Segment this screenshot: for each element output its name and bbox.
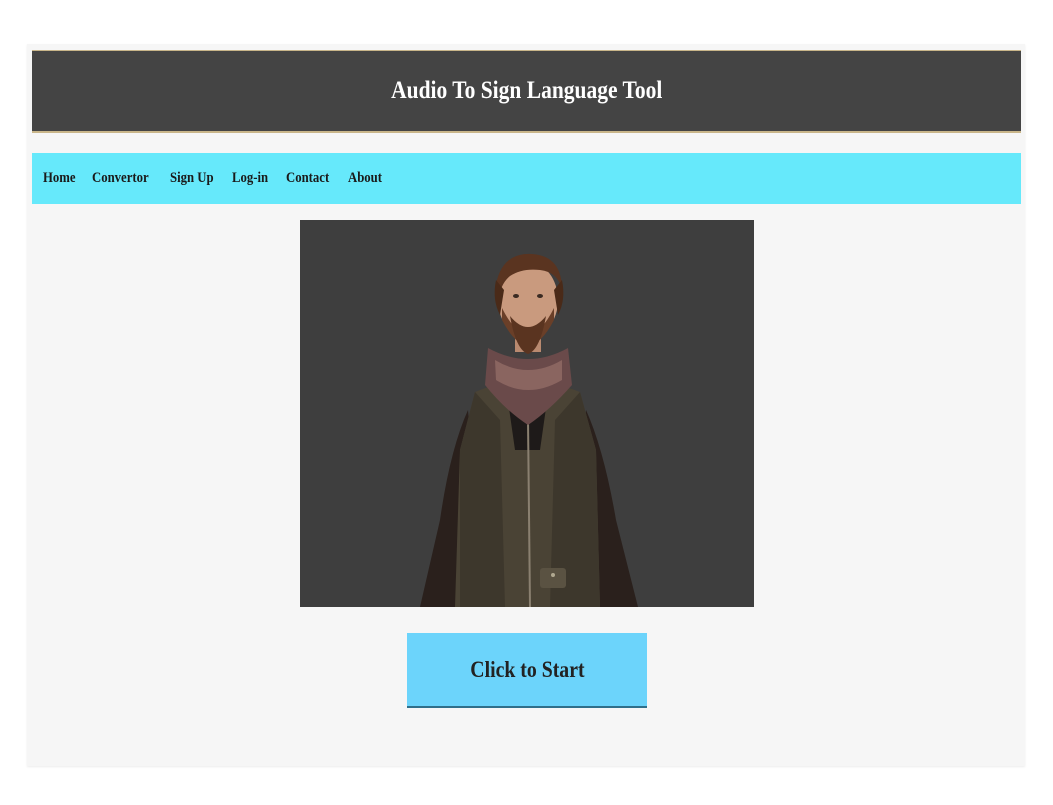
start-button-label: Click to Start	[469, 656, 585, 682]
nav-item-sign-up[interactable]: Sign Up	[170, 170, 214, 187]
nav-item-convertor[interactable]: Convertor	[92, 170, 149, 187]
page-container: Audio To Sign Language Tool Home Convert…	[27, 44, 1025, 766]
nav-bar: Home Convertor Sign Up Log-in Contact Ab…	[32, 153, 1021, 204]
nav-item-about[interactable]: About	[348, 170, 382, 187]
site-header: Audio To Sign Language Tool	[32, 50, 1021, 133]
nav-item-contact[interactable]: Contact	[286, 170, 329, 187]
nav-item-home[interactable]: Home	[43, 170, 76, 187]
page-title: Audio To Sign Language Tool	[390, 77, 663, 104]
avatar-viewport	[300, 220, 754, 607]
person-avatar-icon	[300, 220, 754, 607]
start-button[interactable]: Click to Start	[407, 633, 647, 708]
nav-item-log-in[interactable]: Log-in	[232, 170, 268, 187]
